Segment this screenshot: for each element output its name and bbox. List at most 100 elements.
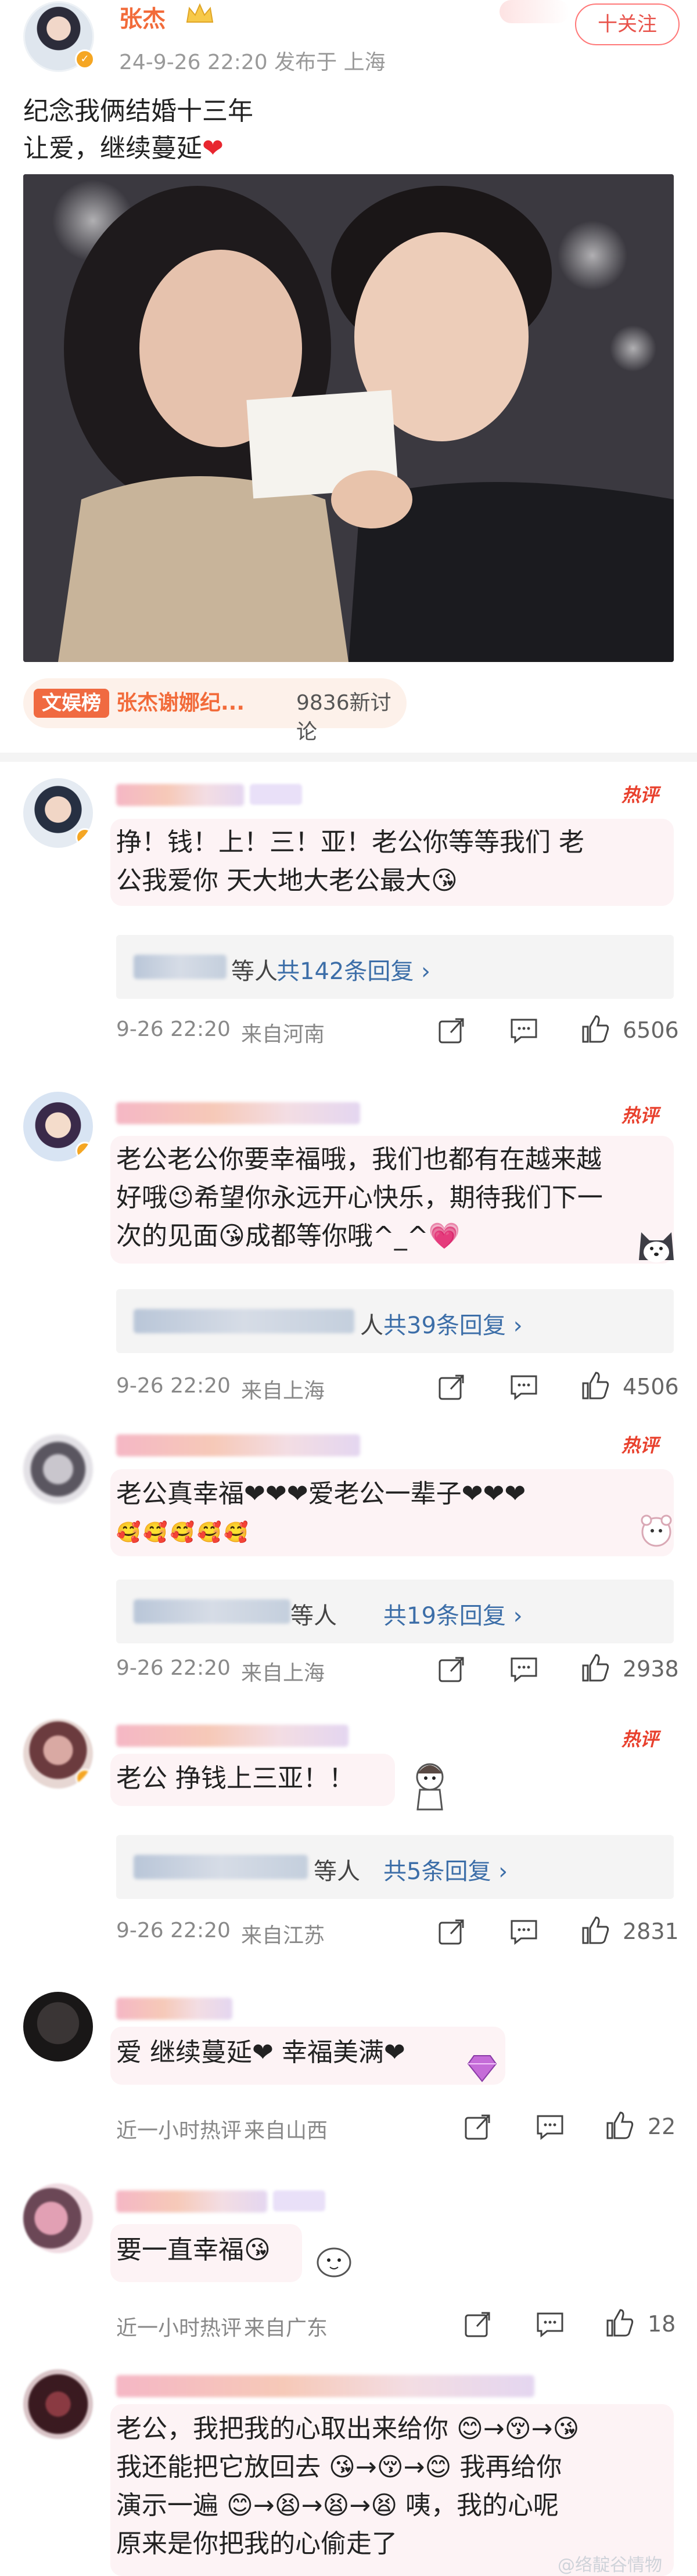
- share-icon[interactable]: [462, 2111, 493, 2143]
- like-count: 6506: [623, 1017, 679, 1043]
- comment-text: 老公老公你要幸福哦，我们也都有在越来越 好哦😉希望你永远开心快乐，期待我们下一 …: [116, 1141, 651, 1255]
- comment-text: 老公 挣钱上三亚！！: [116, 1764, 354, 1793]
- verified-badge-icon: ✓: [75, 49, 95, 69]
- comment-time: 近一小时热评: [116, 2316, 242, 2340]
- reply-names-blurred: [134, 955, 227, 979]
- comment-item: 爱 继续蔓延❤ 幸福美满❤ 近一小时热评 来自山西 22: [0, 1986, 697, 2160]
- comment-location: 来自江苏: [241, 1924, 325, 1948]
- user-level-badge: [273, 2190, 325, 2211]
- reply-count-link[interactable]: 共142条回复 ›: [276, 952, 430, 986]
- commenter-name-blurred: [116, 784, 244, 806]
- gem-heart-sticker-icon: [465, 2050, 500, 2085]
- like-icon[interactable]: [604, 2110, 635, 2142]
- like-count: 18: [648, 2311, 676, 2337]
- like-icon[interactable]: [580, 1370, 611, 1402]
- reply-names-blurred: [134, 1599, 290, 1624]
- hot-comment-badge: 热评: [621, 784, 659, 806]
- comment-line: 演示一遍 😊→😫→😫→😫 咦，我的心呢: [116, 2491, 559, 2520]
- reply-preview[interactable]: 等人 共142条回复 ›: [116, 935, 674, 999]
- commenter-avatar[interactable]: [23, 2369, 93, 2439]
- comment-location: 来自河南: [241, 1023, 325, 1046]
- comment-location: 来自上海: [241, 1379, 325, 1403]
- user-level-badge: [250, 784, 302, 805]
- comment-icon[interactable]: [508, 1372, 540, 1403]
- topic-chip[interactable]: 文娱榜 张杰谢娜纪... 9836新讨论: [23, 678, 407, 744]
- bear-sticker-icon: [636, 1510, 677, 1550]
- comment-icon[interactable]: [508, 1654, 540, 1685]
- follow-button[interactable]: 十关注: [575, 3, 680, 45]
- share-icon[interactable]: [436, 1654, 467, 1685]
- comment-icon[interactable]: [534, 2309, 566, 2340]
- share-icon[interactable]: [436, 1015, 467, 1046]
- comment-time: 9-26 22:20: [116, 1374, 231, 1398]
- comment-location: 来自上海: [241, 1661, 325, 1685]
- comment-item: 老公，我把我的心取出来给你 😊→😚→😘 我还能把它放回去 😘→😚→😊 我再给你 …: [0, 2369, 697, 2576]
- verified-badge-icon: ✓: [76, 1142, 93, 1160]
- reply-preview[interactable]: 人 共39条回复 ›: [116, 1289, 674, 1353]
- commenter-avatar[interactable]: [23, 2183, 93, 2253]
- like-count: 22: [648, 2114, 676, 2139]
- comment-item: ✓ 热评 挣！钱！上！三！亚！老公你等等我们 老 公我爱你 天大地大老公最大😘 …: [0, 778, 697, 1051]
- commenter-avatar[interactable]: ✓: [23, 778, 93, 848]
- comment-time: 9-26 22:20: [116, 1017, 231, 1041]
- commenter-name-blurred: [116, 1434, 360, 1456]
- comment-icon[interactable]: [508, 1916, 540, 1948]
- comment-item: 热评 老公真幸福❤❤❤爱老公一辈子❤❤❤ 🥰🥰🥰🥰🥰 等人 共19条回复 › 9…: [0, 1423, 697, 1685]
- reply-count-link[interactable]: 共5条回复 ›: [383, 1852, 508, 1886]
- commenter-avatar[interactable]: [23, 1992, 93, 2061]
- like-icon[interactable]: [580, 1014, 611, 1045]
- comment-line: 老公老公你要幸福哦，我们也都有在越来越: [116, 1145, 602, 1174]
- heart-icon: ❤: [202, 134, 224, 163]
- like-icon[interactable]: [580, 1653, 611, 1684]
- comment-location: 来自山西: [244, 2119, 328, 2143]
- reply-count-link[interactable]: 共19条回复 ›: [383, 1597, 523, 1631]
- author-avatar[interactable]: ✓: [23, 1, 95, 72]
- reply-names-blurred: [134, 1855, 308, 1879]
- commenter-name-blurred: [116, 2375, 534, 2397]
- post-photo[interactable]: [23, 174, 674, 662]
- topic-count: 9836新讨论: [296, 691, 391, 744]
- reply-suffix: 等人: [290, 1603, 337, 1629]
- reply-count-link[interactable]: 共39条回复 ›: [383, 1307, 523, 1340]
- comment-icon[interactable]: [534, 2111, 566, 2143]
- like-icon[interactable]: [580, 1915, 611, 1947]
- comment-item: ✓ 热评 老公 挣钱上三亚！！ 等人 共5条回复 › 9-26 22:20 来自…: [0, 1719, 697, 1951]
- commenter-name-blurred: [116, 1725, 348, 1747]
- comment-time: 近一小时热评: [116, 2119, 242, 2143]
- comment-line: 公我爱你 天大地大老公最大😘: [116, 866, 458, 895]
- post-header: ✓ 张杰 24-9-26 22:20 发布于 上海 十关注: [0, 0, 697, 81]
- reply-suffix: 等人: [314, 1858, 360, 1885]
- husky-sticker-icon: [633, 1225, 680, 1266]
- reply-preview[interactable]: 等人 共5条回复 ›: [116, 1835, 674, 1899]
- watermark: @络靛谷情物: [558, 2555, 662, 2575]
- reply-suffix: 人: [360, 1312, 383, 1339]
- commenter-name-blurred: [116, 1102, 360, 1124]
- comment-item: ✓ 热评 老公老公你要幸福哦，我们也都有在越来越 好哦😉希望你永远开心快乐，期待…: [0, 1092, 697, 1405]
- share-icon[interactable]: [436, 1372, 467, 1403]
- author-name[interactable]: 张杰: [119, 0, 166, 34]
- commenter-avatar[interactable]: ✓: [23, 1092, 93, 1161]
- post-meta: 24-9-26 22:20 发布于 上海: [119, 51, 386, 74]
- topic-title: 张杰谢娜纪...: [116, 691, 245, 715]
- like-icon[interactable]: [604, 2308, 635, 2339]
- emoji-row: 🥰🥰🥰🥰🥰: [116, 1521, 251, 1544]
- post-text: 纪念我俩结婚十三年 让爱，继续蔓延❤: [23, 93, 253, 167]
- comment-text: 爱 继续蔓延❤ 幸福美满❤: [116, 2038, 405, 2067]
- verified-badge-icon: ✓: [76, 828, 93, 847]
- share-icon[interactable]: [462, 2309, 493, 2340]
- hot-comment-badge: 热评: [621, 1434, 659, 1456]
- commenter-avatar[interactable]: [23, 1434, 93, 1504]
- crown-icon: [186, 3, 214, 23]
- comment-icon[interactable]: [508, 1015, 540, 1046]
- verified-badge-icon: ✓: [76, 1769, 93, 1787]
- photo-illustration: [23, 174, 674, 662]
- like-count: 2938: [623, 1656, 679, 1682]
- reply-preview[interactable]: 等人 共19条回复 ›: [116, 1580, 674, 1643]
- commenter-name-blurred: [116, 2190, 267, 2212]
- comment-text: 挣！钱！上！三！亚！老公你等等我们 老 公我爱你 天大地大老公最大😘: [116, 823, 651, 900]
- reply-names-blurred: [134, 1309, 354, 1333]
- comment-line: 老公，我把我的心取出来给你 😊→😚→😘: [116, 2414, 580, 2444]
- comment-item: 要一直幸福😘 近一小时热评 来自广东 18: [0, 2183, 697, 2358]
- share-icon[interactable]: [436, 1916, 467, 1948]
- commenter-avatar[interactable]: ✓: [23, 1719, 93, 1789]
